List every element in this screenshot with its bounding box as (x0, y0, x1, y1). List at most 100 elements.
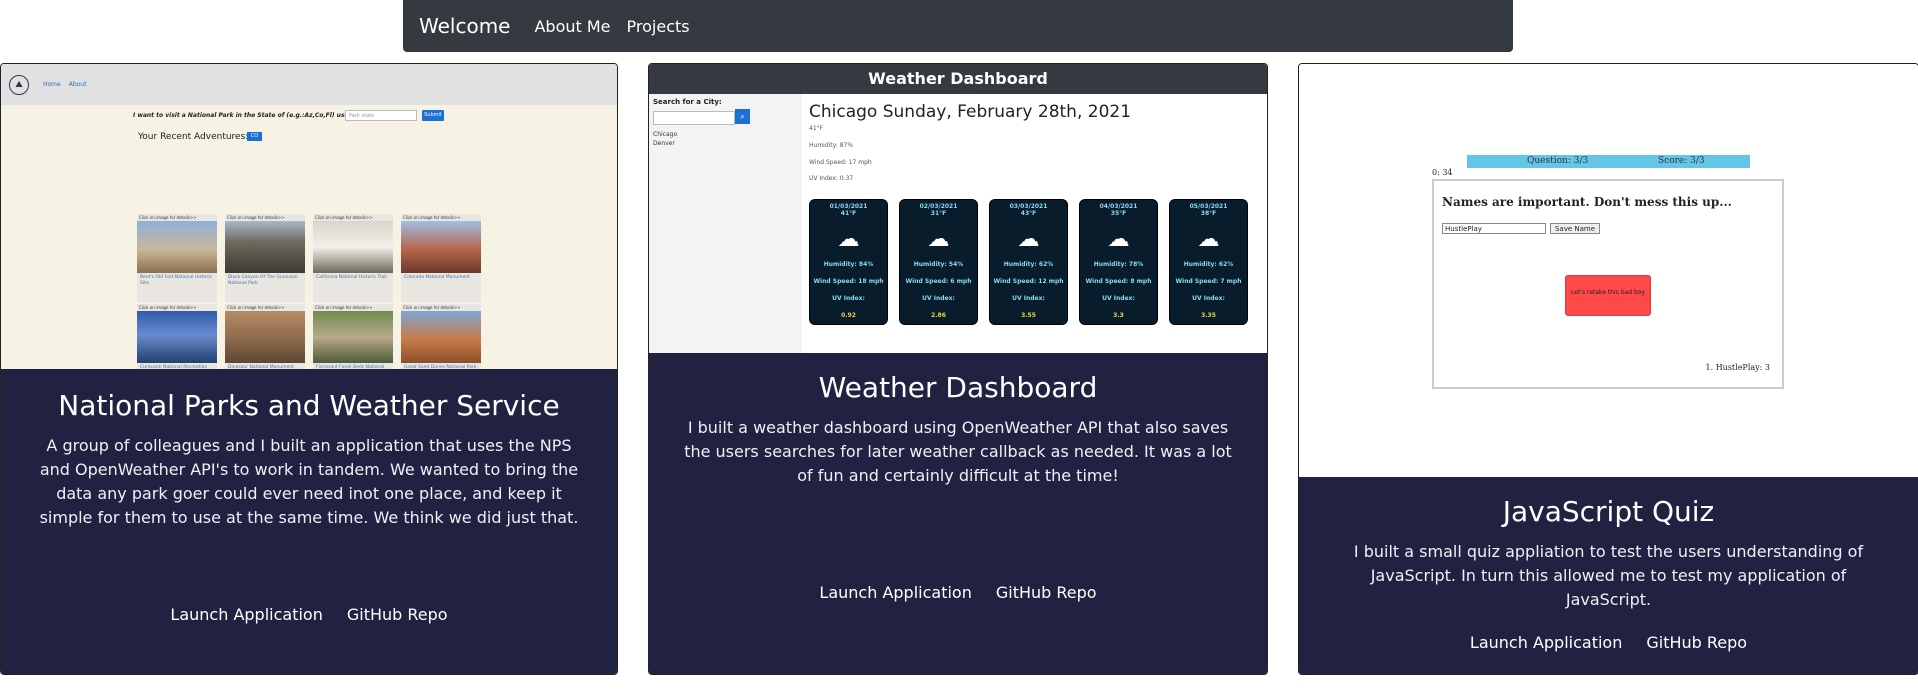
preview-city-input (653, 111, 735, 125)
forecast-humidity: Humidity: 84% (823, 261, 874, 268)
thumb-caption: Click on image for details>> (227, 215, 285, 220)
thumb-caption: Click on image for details>> (403, 215, 461, 220)
preview-title-bar: Weather Dashboard (649, 64, 1267, 94)
forecast-uv-label: UV Index: (1012, 295, 1045, 302)
preview-quiz-heading: Names are important. Don't mess this up.… (1442, 195, 1732, 209)
preview-state-badge: CO (247, 132, 262, 141)
forecast-card: 04/03/2021 35°F ☁ Humidity: 78% Wind Speed: … (1079, 199, 1158, 325)
forecast-date: 04/03/2021 (1099, 203, 1138, 210)
weather-dashboard-preview: Weather Dashboard Search for a City: ⌕ C… (649, 64, 1267, 353)
forecast-wind: Wind Speed: 7 mph (1175, 278, 1242, 285)
launch-application-link[interactable]: Launch Application (819, 583, 971, 602)
forecast-uv-label: UV Index: (922, 295, 955, 302)
forecast-wind: Wind Speed: 8 mph (1085, 278, 1152, 285)
preview-nav-about: About (68, 81, 87, 88)
thumb-label: Black Canyon Of The Gunnison National Pa… (228, 275, 298, 286)
preview-score-status: Score: 3/3 (1658, 156, 1705, 166)
forecast-humidity: Humidity: 78% (1093, 261, 1144, 268)
forecast-wind: Wind Speed: 6 mph (905, 278, 972, 285)
preview-search-label: Search for a City: (653, 98, 722, 106)
park-photo (225, 311, 305, 363)
preview-save-button: Save Name (1550, 223, 1600, 234)
forecast-wind: Wind Speed: 12 mph (993, 278, 1064, 285)
park-thumbnail: Click on image for details>> Black Canyon… (225, 214, 305, 302)
park-photo (225, 221, 305, 273)
preview-temp: 41°F (809, 125, 824, 132)
preview-status-bar: Question: 3/3 Score: 3/3 (1467, 155, 1750, 168)
national-parks-preview: ⛰ Home About I want to visit a National … (1, 64, 617, 480)
forecast-card: 01/03/2021 41°F ☁ Humidity: 84% Wind Speed: … (809, 199, 888, 325)
launch-application-link[interactable]: Launch Application (1470, 633, 1622, 652)
forecast-card: 02/03/2021 31°F ☁ Humidity: 54% Wind Speed: … (899, 199, 978, 325)
forecast-humidity: Humidity: 54% (913, 261, 964, 268)
forecast-uv-value: 3.3 (1113, 312, 1124, 319)
forecast-card: 05/03/2021 38°F ☁ Humidity: 62% Wind Speed: … (1169, 199, 1248, 325)
forecast-date: 02/03/2021 (919, 203, 958, 210)
forecast-uv-label: UV Index: (832, 295, 865, 302)
preview-retake-button: Let's retake this bad boy (1565, 275, 1651, 316)
project-card-weather-dashboard: Weather Dashboard Search for a City: ⌕ C… (648, 63, 1268, 675)
park-photo (137, 221, 217, 273)
mountain-logo-icon: ⛰ (9, 74, 29, 95)
card-description: A group of colleagues and I built an app… (39, 436, 579, 527)
thumb-label: Colorado National Monument (404, 275, 470, 280)
preview-city-item: Chicago (653, 131, 678, 138)
forecast-temp: 43°F (1020, 210, 1037, 217)
card-title: National Parks and Weather Service (58, 389, 560, 422)
github-repo-link[interactable]: GitHub Repo (1646, 633, 1747, 652)
card-links: Launch Application GitHub Repo (1, 605, 617, 624)
park-photo (313, 311, 393, 363)
thumb-caption: Click on image for details>> (315, 305, 373, 310)
forecast-date: 03/03/2021 (1009, 203, 1048, 210)
card-body: National Parks and Weather Service A gro… (1, 369, 617, 674)
preview-city-item: Denver (653, 140, 675, 147)
github-repo-link[interactable]: GitHub Repo (996, 583, 1097, 602)
cloud-icon: ☁ (1017, 227, 1040, 252)
preview-recent-label: Your Recent Adventures: (138, 132, 249, 142)
navbar-brand[interactable]: Welcome (419, 14, 510, 38)
thumb-label: California National Historic Trail (316, 275, 387, 280)
forecast-temp: 31°F (930, 210, 947, 217)
park-thumbnail: Click on image for details>> Bent's Old F… (137, 214, 217, 302)
cloud-icon: ☁ (837, 227, 860, 252)
forecast-temp: 41°F (840, 210, 857, 217)
park-photo (401, 221, 481, 273)
forecast-wind: Wind Speed: 18 mph (813, 278, 884, 285)
launch-application-link[interactable]: Launch Application (170, 605, 322, 624)
card-links: Launch Application GitHub Repo (649, 583, 1267, 602)
thumb-label: Bent's Old Fort National Historic Site (140, 275, 213, 286)
forecast-uv-value: 0.92 (841, 312, 856, 319)
forecast-temp: 35°F (1110, 210, 1127, 217)
cloud-icon: ☁ (927, 227, 950, 252)
github-repo-link[interactable]: GitHub Repo (347, 605, 448, 624)
forecast-uv-value: 3.55 (1021, 312, 1036, 319)
card-title: Weather Dashboard (818, 371, 1098, 404)
thumb-caption: Click on image for details>> (227, 305, 285, 310)
cloud-icon: ☁ (1107, 227, 1130, 252)
card-body: JavaScript Quiz I built a small quiz app… (1299, 477, 1918, 674)
card-body: Weather Dashboard I built a weather dash… (649, 353, 1267, 674)
forecast-uv-value: 3.35 (1201, 312, 1216, 319)
nav-link-projects[interactable]: Projects (627, 17, 690, 36)
preview-quiz-box: Names are important. Don't mess this up.… (1432, 179, 1784, 389)
park-photo (313, 221, 393, 273)
card-description: I built a weather dashboard using OpenWe… (684, 418, 1232, 485)
forecast-uv-label: UV Index: (1102, 295, 1135, 302)
forecast-humidity: Humidity: 62% (1003, 261, 1054, 268)
forecast-uv-value: 2.86 (931, 312, 946, 319)
preview-wind: Wind Speed: 17 mph (809, 159, 872, 166)
park-thumbnail: Click on image for details>> California N… (313, 214, 393, 302)
javascript-quiz-preview: Question: 3/3 Score: 3/3 0: 34 Names are… (1299, 64, 1918, 477)
search-icon: ⌕ (735, 109, 750, 124)
preview-score-line: 1. HustlePlay: 3 (1705, 363, 1770, 372)
navbar: Welcome About Me Projects (403, 0, 1513, 52)
preview-state-input: Park state (345, 110, 417, 121)
park-photo (137, 311, 217, 363)
thumb-caption: Click on image for details>> (139, 305, 197, 310)
preview-name-input: HustlePlay (1442, 223, 1546, 234)
nav-link-about-me[interactable]: About Me (534, 17, 610, 36)
forecast-card: 03/03/2021 43°F ☁ Humidity: 62% Wind Speed: … (989, 199, 1068, 325)
preview-header: ⛰ Home About (1, 64, 617, 105)
preview-question-status: Question: 3/3 (1527, 156, 1589, 166)
thumb-caption: Click on image for details>> (139, 215, 197, 220)
